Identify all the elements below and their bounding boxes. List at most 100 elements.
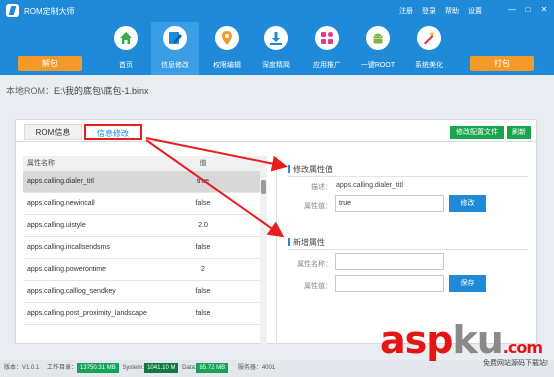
app-title: ROM定制大师 bbox=[24, 7, 75, 16]
edit-icon bbox=[163, 26, 187, 50]
modify-section-title: 修改属性值 bbox=[288, 164, 333, 175]
nav-theme-label: 系统美化 bbox=[415, 62, 443, 69]
table-row[interactable]: apps.calling.incallsendsms false bbox=[23, 237, 267, 259]
scroll-thumb[interactable] bbox=[261, 180, 266, 194]
minimize-icon[interactable]: — bbox=[506, 4, 518, 16]
nav-home[interactable]: 首页 bbox=[102, 22, 150, 75]
add-name-label: 属性名称： bbox=[297, 261, 332, 268]
nav-apps[interactable]: 应用推广 bbox=[303, 22, 351, 75]
app-logo-icon bbox=[6, 4, 19, 17]
window-controls: — □ ✕ bbox=[506, 4, 550, 16]
nav-permissions-label: 权限编辑 bbox=[213, 62, 241, 69]
row-value: false bbox=[195, 288, 211, 295]
main-toolbar: 解包 首页 信息修改 权限编辑 深度精简 应用推广 一键ROOT 系统美化 打包 bbox=[0, 22, 554, 75]
nav-root-label: 一键ROOT bbox=[360, 62, 396, 69]
system-badge: 1041.10 M bbox=[144, 363, 179, 373]
title-bar: ROM定制大师 注册 登录 帮助 设置 — □ ✕ bbox=[0, 0, 554, 22]
watermark-subtitle: 免费网站源码下载站! bbox=[483, 360, 548, 367]
nav-apps-label: 应用推广 bbox=[313, 62, 341, 69]
magic-icon bbox=[417, 26, 441, 50]
table-scrollbar[interactable] bbox=[260, 156, 267, 344]
nav-root[interactable]: 一键ROOT bbox=[354, 22, 402, 75]
property-table: 属性名称 值 apps.calling.dialer_titl true apps.… bbox=[23, 156, 267, 344]
row-name: apps.calling.powerontime bbox=[27, 266, 106, 273]
nav-slim[interactable]: 深度精简 bbox=[252, 22, 300, 75]
table-header: 属性名称 值 bbox=[23, 156, 267, 171]
pack-button[interactable]: 打包 bbox=[470, 56, 534, 71]
location-icon bbox=[215, 26, 239, 50]
nav-permissions[interactable]: 权限编辑 bbox=[203, 22, 251, 75]
row-name: apps.calling.incallsendsms bbox=[27, 244, 110, 251]
section-divider bbox=[276, 156, 277, 344]
add-value-label: 属性值： bbox=[304, 283, 332, 290]
row-name: apps.calling.newincall bbox=[27, 200, 95, 207]
info-panel: ROM信息 信息修改 修改配置文件 刷新 属性名称 值 apps.calling… bbox=[15, 119, 537, 344]
nav-theme[interactable]: 系统美化 bbox=[405, 22, 453, 75]
modify-divider bbox=[288, 176, 528, 177]
row-value: false bbox=[195, 310, 211, 317]
watermark-logo: aspku.com bbox=[380, 318, 543, 362]
watermark: aspku.com 免费网站源码下载站! bbox=[380, 318, 548, 372]
row-name: apps.calling.calllog_sendkey bbox=[27, 288, 116, 295]
edit-config-button[interactable]: 修改配置文件 bbox=[450, 126, 504, 139]
desc-value: apps.calling.dialer_titl bbox=[336, 182, 403, 189]
unpack-button[interactable]: 解包 bbox=[18, 56, 82, 71]
rom-path-value: E:\我的底包\底包-1.binx bbox=[54, 86, 149, 96]
desc-label: 描述： bbox=[311, 184, 332, 191]
apps-icon bbox=[315, 26, 339, 50]
header-value: 值 bbox=[199, 160, 207, 167]
table-row[interactable]: apps.calling.powerontime 2 bbox=[23, 259, 267, 281]
menu-register[interactable]: 注册 bbox=[399, 6, 413, 16]
nav-home-label: 首页 bbox=[119, 62, 133, 69]
table-body: apps.calling.dialer_titl true apps.calling… bbox=[23, 171, 267, 325]
row-name: apps.calling.uistyle bbox=[27, 222, 86, 229]
home-icon bbox=[114, 26, 138, 50]
rom-path: 本地ROM：E:\我的底包\底包-1.binx bbox=[0, 80, 554, 102]
rom-path-label: 本地ROM： bbox=[6, 86, 54, 96]
add-name-input[interactable] bbox=[335, 253, 444, 270]
version-text: 版本：V1.0.1 bbox=[4, 365, 40, 371]
tab-rom-info[interactable]: ROM信息 bbox=[24, 124, 82, 140]
save-button[interactable]: 保存 bbox=[449, 275, 486, 292]
modify-value-input[interactable]: true bbox=[335, 195, 444, 212]
tab-divider bbox=[16, 141, 536, 142]
table-row[interactable]: apps.calling.calllog_sendkey false bbox=[23, 281, 267, 303]
row-value: false bbox=[195, 200, 211, 207]
table-row[interactable]: apps.calling.uistyle 2.0 bbox=[23, 215, 267, 237]
server-label: 服务器： bbox=[237, 365, 262, 371]
maximize-icon[interactable]: □ bbox=[522, 4, 534, 16]
add-divider bbox=[288, 249, 528, 250]
data-label: Data: bbox=[182, 365, 197, 371]
modify-value-label: 属性值： bbox=[304, 203, 332, 210]
download-icon bbox=[264, 26, 288, 50]
top-menu: 注册 登录 帮助 设置 bbox=[399, 6, 482, 16]
data-badge: 85.72 MB bbox=[196, 363, 229, 373]
menu-help[interactable]: 帮助 bbox=[445, 6, 459, 16]
nav-slim-label: 深度精简 bbox=[262, 62, 290, 69]
row-name: apps.calling.post_proximity_landscape bbox=[27, 310, 147, 317]
workdir-label: 工作目录： bbox=[47, 365, 78, 371]
row-name: apps.calling.dialer_titl bbox=[27, 178, 94, 185]
menu-login[interactable]: 登录 bbox=[422, 6, 436, 16]
header-name: 属性名称 bbox=[27, 160, 55, 167]
row-value: 2 bbox=[201, 266, 205, 273]
nav-info-edit[interactable]: 信息修改 bbox=[151, 22, 199, 75]
close-icon[interactable]: ✕ bbox=[538, 4, 550, 16]
row-value: false bbox=[195, 244, 211, 251]
workdir-badge: 13750.31 MB bbox=[77, 363, 119, 373]
table-row[interactable]: apps.calling.newincall false bbox=[23, 193, 267, 215]
table-row[interactable]: apps.calling.post_proximity_landscape fal… bbox=[23, 303, 267, 325]
refresh-button[interactable]: 刷新 bbox=[507, 126, 531, 139]
row-value: true bbox=[196, 178, 210, 185]
row-value: 2.0 bbox=[198, 222, 208, 229]
tab-info-edit[interactable]: 信息修改 bbox=[84, 124, 142, 140]
add-value-input[interactable] bbox=[335, 275, 444, 292]
menu-settings[interactable]: 设置 bbox=[468, 6, 482, 16]
modify-button[interactable]: 修改 bbox=[449, 195, 486, 212]
add-section-title: 新增属性 bbox=[288, 237, 325, 248]
server-value: 4001 bbox=[261, 365, 276, 371]
android-icon bbox=[366, 26, 390, 50]
system-label: System: bbox=[122, 365, 145, 371]
nav-info-edit-label: 信息修改 bbox=[161, 62, 189, 69]
table-row[interactable]: apps.calling.dialer_titl true bbox=[23, 171, 267, 193]
